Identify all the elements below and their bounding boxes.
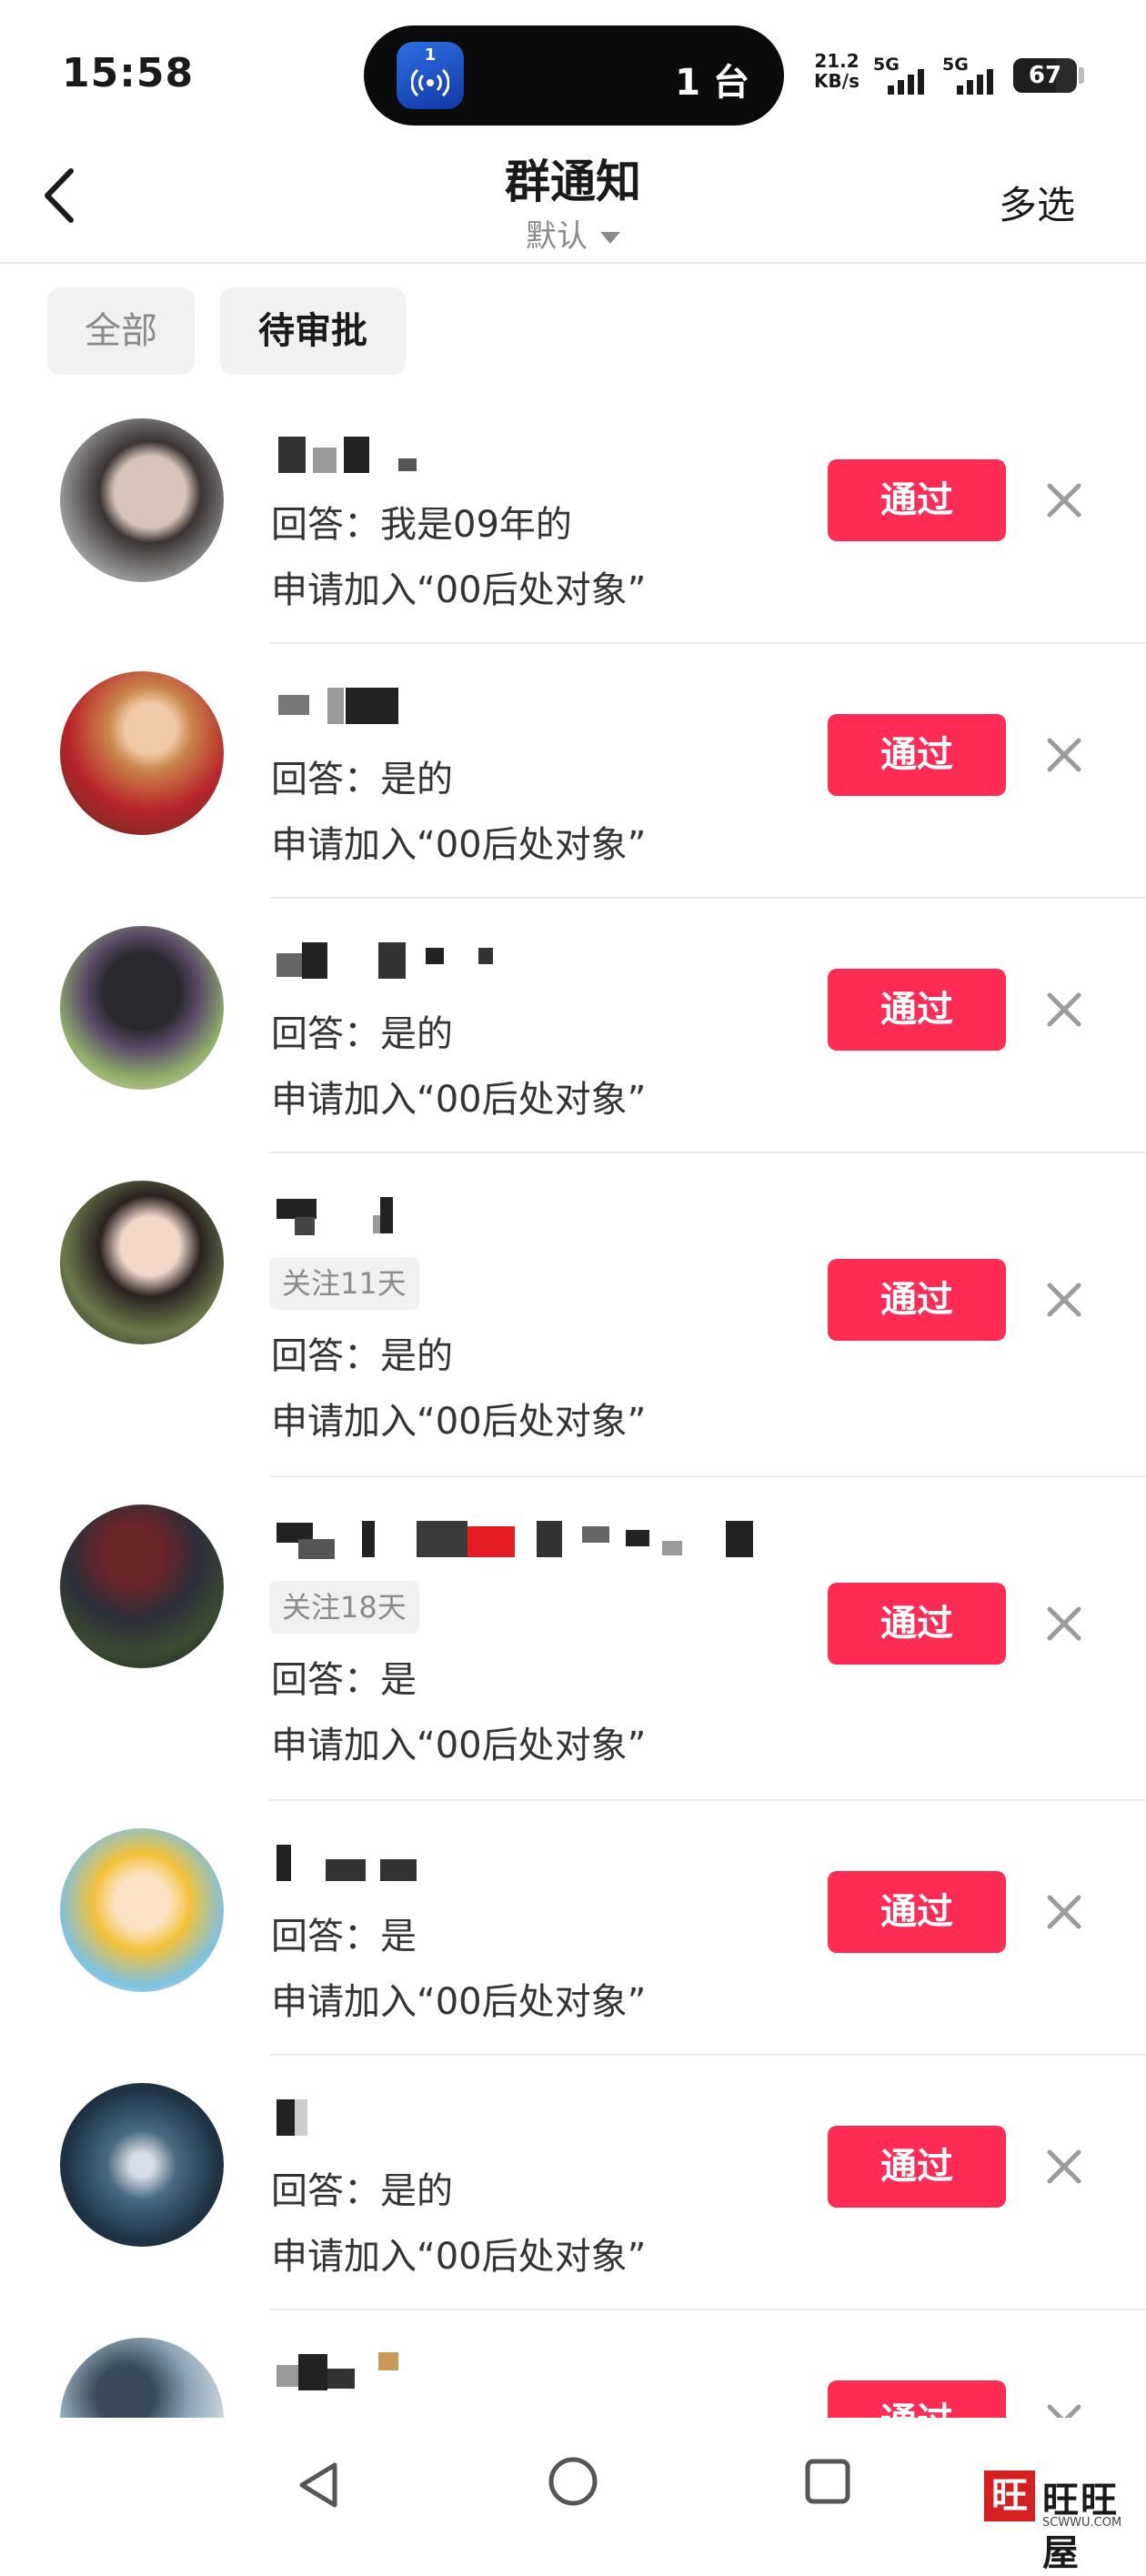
list-item: 回答：是的 申请加入“00后处对象” 通过: [0, 899, 1146, 1153]
close-icon[interactable]: [1042, 478, 1086, 522]
live-activity-app-icon: 1: [397, 42, 464, 109]
close-icon[interactable]: [1042, 988, 1086, 1031]
list-item: 回答：是 申请加入“00后处对象” 通过: [0, 1801, 1146, 2056]
nickname-redacted: [271, 1837, 780, 1888]
battery-level: 67: [1028, 62, 1062, 89]
approve-button[interactable]: 通过: [828, 2126, 1006, 2208]
battery-icon: 67: [1013, 58, 1077, 93]
list-item: 通过: [0, 2310, 1146, 2418]
apply-group-text: 申请加入“00后处对象”: [271, 1725, 647, 1766]
apply-group-text: 申请加入“00后处对象”: [271, 1981, 647, 2023]
signal-bars-icon: [957, 69, 993, 95]
filter-chip-pending[interactable]: 待审批: [220, 287, 406, 375]
network-speed: 21.2 KB/s: [809, 51, 864, 91]
list-item: 关注11天 回答：是的 申请加入“00后处对象” 通过: [0, 1153, 1146, 1477]
avatar[interactable]: [60, 418, 224, 582]
page-title: 群通知: [505, 156, 641, 208]
avatar[interactable]: [60, 1181, 224, 1344]
cellular-signal-1: 5G: [873, 55, 933, 95]
follow-duration-badge: 关注18天: [269, 1581, 419, 1634]
dynamic-island[interactable]: 1 1 台: [364, 25, 784, 126]
approve-button[interactable]: 通过: [828, 459, 1006, 541]
caret-down-icon: [600, 232, 620, 244]
system-navigation-bar: 旺 旺旺屋 SCWWU.COM: [0, 2418, 1146, 2574]
list-item: 回答：是的 申请加入“00后处对象” 通过: [0, 2056, 1146, 2310]
nickname-redacted: [271, 680, 780, 731]
follow-duration-badge: 关注11天: [269, 1257, 419, 1310]
nickname-redacted: [271, 429, 780, 480]
avatar[interactable]: [60, 2083, 224, 2247]
nickname-redacted: [271, 1514, 780, 1565]
close-icon[interactable]: [1042, 1890, 1086, 1934]
avatar[interactable]: [60, 1504, 224, 1668]
apply-group-text: 申请加入“00后处对象”: [271, 569, 647, 611]
nickname-redacted: [271, 2347, 780, 2398]
avatar[interactable]: [60, 1828, 224, 1992]
nav-back-icon[interactable]: [291, 2456, 349, 2514]
avatar[interactable]: [60, 671, 224, 835]
watermark-badge: 旺: [984, 2470, 1035, 2521]
filter-chip-all[interactable]: 全部: [47, 287, 195, 375]
answer-text: 回答：是的: [271, 1013, 453, 1055]
nav-home-icon[interactable]: [546, 2454, 600, 2509]
answer-text: 回答：我是09年的: [271, 504, 572, 546]
sort-dropdown-label: 默认: [526, 218, 588, 255]
broadcast-icon: [411, 68, 449, 97]
apply-group-text: 申请加入“00后处对象”: [271, 1079, 647, 1121]
close-icon[interactable]: [1042, 1278, 1086, 1322]
navigation-header: 群通知 默认 多选: [0, 136, 1146, 264]
list-item: 回答：是的 申请加入“00后处对象” 通过: [0, 644, 1146, 899]
approve-button[interactable]: 通过: [828, 1259, 1006, 1341]
avatar[interactable]: [60, 2338, 224, 2418]
apply-group-text: 申请加入“00后处对象”: [271, 2236, 647, 2278]
network-speed-unit: KB/s: [814, 70, 860, 92]
network-speed-value: 21.2: [814, 50, 860, 72]
answer-text: 回答：是: [271, 1916, 417, 1957]
close-icon[interactable]: [1042, 2145, 1086, 2189]
nav-recents-icon[interactable]: [802, 2456, 853, 2507]
close-icon[interactable]: [1042, 1602, 1086, 1645]
cellular-signal-2: 5G: [942, 55, 1002, 95]
approve-button[interactable]: 通过: [828, 2380, 1006, 2418]
apply-group-text: 申请加入“00后处对象”: [271, 1401, 647, 1443]
nickname-redacted: [271, 1190, 780, 1241]
island-badge: 1: [424, 45, 437, 65]
approve-button[interactable]: 通过: [828, 1583, 1006, 1665]
apply-group-text: 申请加入“00后处对象”: [271, 824, 647, 866]
nickname-redacted: [271, 935, 780, 986]
nickname-redacted: [271, 2092, 780, 2143]
approve-button[interactable]: 通过: [828, 714, 1006, 796]
list-item: 回答：我是09年的 申请加入“00后处对象” 通过: [0, 400, 1146, 644]
watermark-url: SCWWU.COM: [1042, 2516, 1122, 2530]
approve-button[interactable]: 通过: [828, 1871, 1006, 1953]
status-bar: 15:58 1 1 台 21.2 KB/s 5G 5G 67: [0, 0, 1146, 136]
answer-text: 回答：是: [271, 1659, 417, 1701]
answer-text: 回答：是的: [271, 2170, 453, 2212]
request-list[interactable]: 回答：我是09年的 申请加入“00后处对象” 通过 回答：是的 申请加入“00后…: [0, 400, 1146, 2418]
signal-bars-icon: [888, 69, 924, 95]
site-watermark: 旺 旺旺屋 SCWWU.COM: [982, 2470, 1142, 2574]
sort-dropdown[interactable]: 默认: [0, 211, 1146, 256]
approve-button[interactable]: 通过: [828, 969, 1006, 1051]
close-icon[interactable]: [1042, 2400, 1086, 2418]
answer-text: 回答：是的: [271, 1335, 453, 1377]
answer-text: 回答：是的: [271, 759, 453, 800]
battery-tip: [1079, 67, 1084, 84]
multi-select-button[interactable]: 多选: [999, 175, 1075, 230]
list-item: 关注18天 回答：是 申请加入“00后处对象” 通过: [0, 1477, 1146, 1801]
island-device-count: 1 台: [675, 62, 749, 104]
avatar[interactable]: [60, 926, 224, 1090]
status-time: 15:58: [62, 50, 195, 96]
close-icon[interactable]: [1042, 733, 1086, 777]
